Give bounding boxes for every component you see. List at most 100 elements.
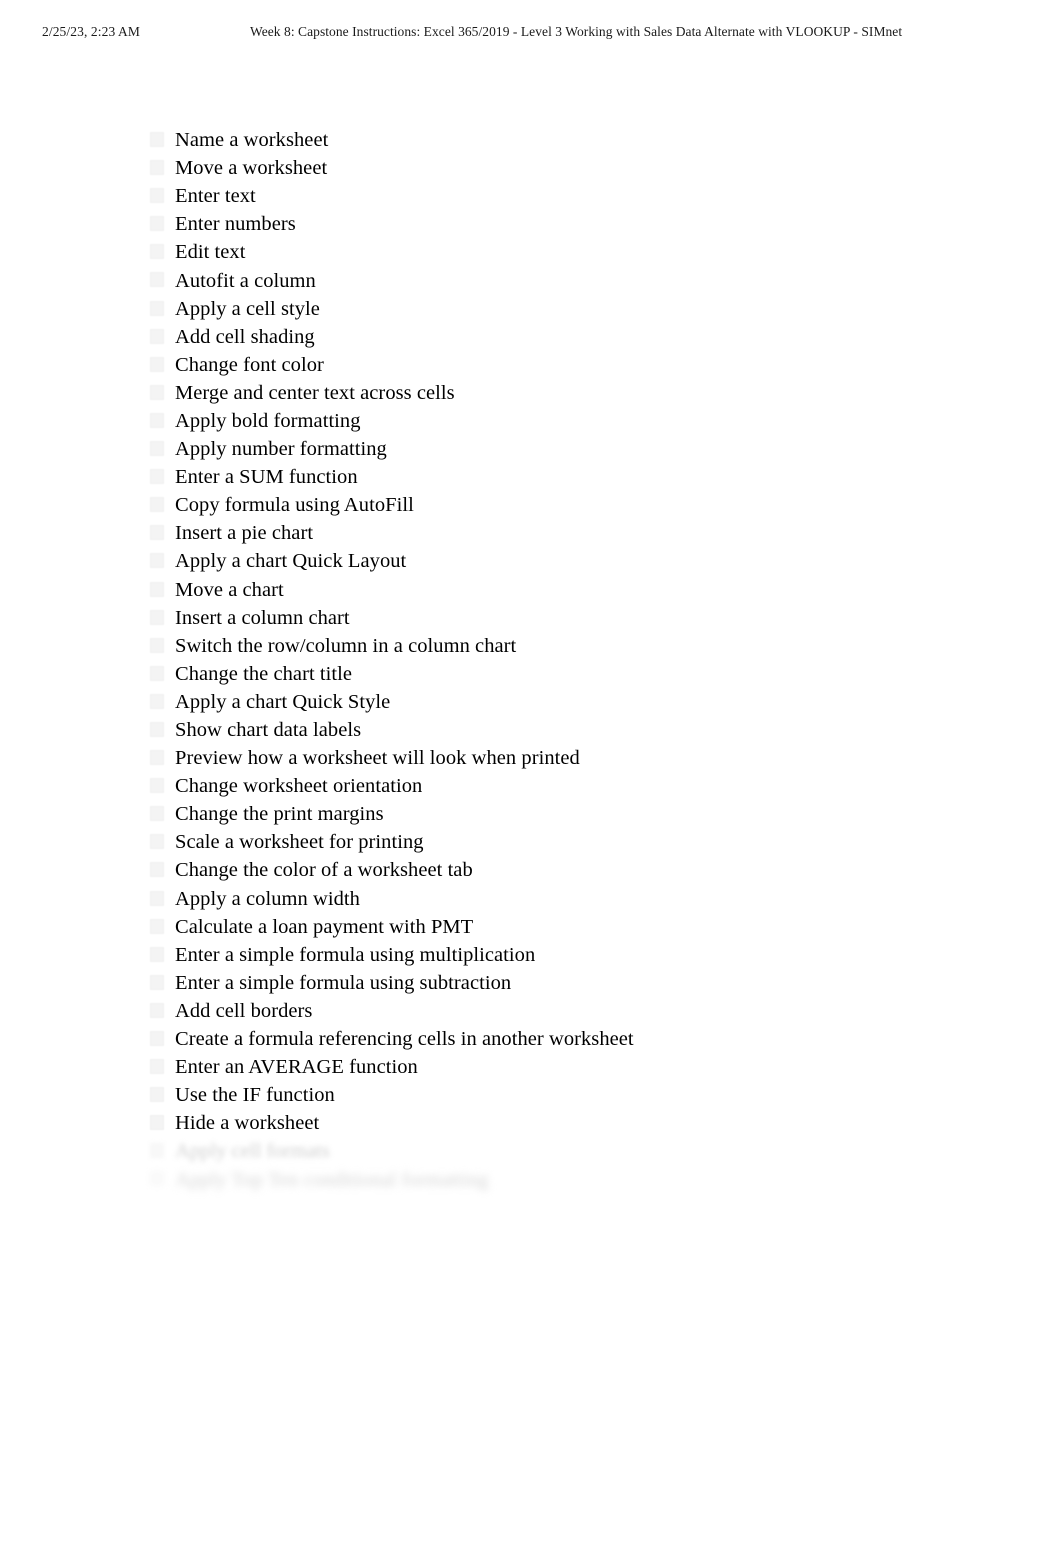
skill-item-label: Change the print margins	[175, 803, 384, 826]
checkbox-placeholder-icon	[150, 1087, 164, 1103]
skill-item-label: Add cell borders	[175, 999, 313, 1022]
checkbox-placeholder-icon	[150, 356, 164, 372]
skill-item-label: Merge and center text across cells	[175, 381, 455, 404]
skill-item-label: Enter a simple formula using multiplicat…	[175, 943, 536, 966]
skill-list-item[interactable]: Preview how a worksheet will look when p…	[148, 744, 1008, 772]
skill-list-item[interactable]: Move a worksheet	[148, 154, 1008, 182]
skill-list-item[interactable]: Change the print margins	[148, 800, 1008, 828]
skill-list-item[interactable]: Scale a worksheet for printing	[148, 828, 1008, 856]
skill-list-item[interactable]: Enter a SUM function	[148, 463, 1008, 491]
skill-item-label: Show chart data labels	[175, 719, 362, 742]
skill-list-item[interactable]: Hide a worksheet	[148, 1109, 1008, 1137]
skill-list-item[interactable]: Create a formula referencing cells in an…	[148, 1025, 1008, 1053]
checkbox-placeholder-icon	[150, 412, 164, 428]
skill-list-item[interactable]: Apply bold formatting	[148, 407, 1008, 435]
checkbox-placeholder-icon	[150, 1059, 164, 1075]
skill-list-item[interactable]: Copy formula using AutoFill	[148, 491, 1008, 519]
document-page: 2/25/23, 2:23 AM Week 8: Capstone Instru…	[0, 0, 1062, 1561]
skill-list-item[interactable]: Insert a pie chart	[148, 519, 1008, 547]
skill-list-item[interactable]: Move a chart	[148, 576, 1008, 604]
skill-item-label: Switch the row/column in a column chart	[175, 634, 517, 657]
skill-list-item[interactable]: Apply number formatting	[148, 435, 1008, 463]
skill-list-item[interactable]: Enter a simple formula using subtraction	[148, 969, 1008, 997]
skill-list-item[interactable]: Apply a chart Quick Style	[148, 688, 1008, 716]
skill-item-label: Change the chart title	[175, 662, 352, 685]
checkbox-placeholder-icon	[150, 581, 164, 597]
skill-list-item[interactable]: Use the IF function	[148, 1081, 1008, 1109]
checkbox-placeholder-icon	[150, 862, 164, 878]
skill-item-label: Apply Top Ten conditional formatting	[175, 1168, 489, 1191]
checkbox-placeholder-icon	[150, 750, 164, 766]
skill-item-label: Insert a pie chart	[175, 522, 314, 545]
checkbox-placeholder-icon	[150, 1115, 164, 1131]
skill-list-item[interactable]: Show chart data labels	[148, 716, 1008, 744]
skill-item-label: Move a worksheet	[175, 157, 328, 180]
skill-item-label: Move a chart	[175, 578, 284, 601]
checkbox-placeholder-icon	[150, 553, 164, 569]
skill-list-item[interactable]: Add cell shading	[148, 323, 1008, 351]
print-header-title: Week 8: Capstone Instructions: Excel 365…	[250, 24, 903, 39]
checkbox-placeholder-icon	[150, 974, 164, 990]
checkbox-placeholder-icon	[150, 890, 164, 906]
skill-list-item[interactable]: Enter a simple formula using multiplicat…	[148, 941, 1008, 969]
skill-item-label: Autofit a column	[175, 269, 316, 292]
skill-list-item[interactable]: Merge and center text across cells	[148, 379, 1008, 407]
checkbox-placeholder-icon	[150, 300, 164, 316]
skill-list-item[interactable]: Add cell borders	[148, 997, 1008, 1025]
skill-list-item[interactable]: Change the chart title	[148, 660, 1008, 688]
skill-item-label: Enter a SUM function	[175, 466, 358, 489]
checkbox-placeholder-icon	[150, 693, 164, 709]
skill-list-item[interactable]: Name a worksheet	[148, 126, 1008, 154]
checkbox-placeholder-icon	[150, 441, 164, 457]
skill-item-label: Calculate a loan payment with PMT	[175, 915, 474, 938]
skill-item-label: Copy formula using AutoFill	[175, 494, 414, 517]
skill-item-label: Apply a cell style	[175, 297, 320, 320]
skill-list-item[interactable]: Apply Top Ten conditional formatting	[148, 1165, 1008, 1193]
skill-item-label: Apply bold formatting	[175, 409, 361, 432]
checkbox-placeholder-icon	[150, 525, 164, 541]
checkbox-placeholder-icon	[150, 244, 164, 260]
skill-list-item[interactable]: Change the color of a worksheet tab	[148, 856, 1008, 884]
checkbox-placeholder-icon	[150, 160, 164, 176]
skill-list-item[interactable]: Apply cell formats	[148, 1137, 1008, 1165]
skill-item-label: Scale a worksheet for printing	[175, 831, 424, 854]
skill-item-label: Enter a simple formula using subtraction	[175, 971, 512, 994]
checkbox-placeholder-icon	[150, 834, 164, 850]
skill-list-item[interactable]: Edit text	[148, 238, 1008, 266]
checkbox-placeholder-icon	[150, 665, 164, 681]
skill-item-label: Edit text	[175, 241, 246, 264]
skill-list-item[interactable]: Autofit a column	[148, 266, 1008, 294]
checkbox-placeholder-icon	[150, 637, 164, 653]
skill-list-item[interactable]: Calculate a loan payment with PMT	[148, 913, 1008, 941]
skill-item-label: Change the color of a worksheet tab	[175, 859, 473, 882]
skill-item-label: Insert a column chart	[175, 606, 350, 629]
checkbox-placeholder-icon	[150, 188, 164, 204]
skill-list-item[interactable]: Apply a column width	[148, 885, 1008, 913]
skill-list-item[interactable]: Enter text	[148, 182, 1008, 210]
skill-list-item[interactable]: Change worksheet orientation	[148, 772, 1008, 800]
print-header: 2/25/23, 2:23 AM Week 8: Capstone Instru…	[0, 22, 1062, 42]
skill-list-item[interactable]: Apply a chart Quick Layout	[148, 547, 1008, 575]
skill-item-label: Name a worksheet	[175, 129, 329, 152]
checkbox-placeholder-icon	[150, 216, 164, 232]
skill-list-item[interactable]: Change font color	[148, 351, 1008, 379]
checkbox-placeholder-icon	[150, 132, 164, 147]
skill-list-item[interactable]: Apply a cell style	[148, 295, 1008, 323]
skill-item-label: Change font color	[175, 353, 324, 376]
checkbox-placeholder-icon	[150, 806, 164, 822]
skill-item-label: Use the IF function	[175, 1084, 335, 1107]
skill-item-label: Hide a worksheet	[175, 1112, 320, 1135]
checkbox-placeholder-icon	[150, 946, 164, 962]
skill-list-item[interactable]: Enter numbers	[148, 210, 1008, 238]
checkbox-placeholder-icon	[150, 778, 164, 794]
skill-list-item[interactable]: Switch the row/column in a column chart	[148, 632, 1008, 660]
skill-item-label: Enter text	[175, 185, 256, 208]
skill-item-label: Apply number formatting	[175, 438, 387, 461]
skill-item-label: Apply a column width	[175, 887, 360, 910]
skill-item-label: Preview how a worksheet will look when p…	[175, 747, 580, 770]
skill-item-label: Enter an AVERAGE function	[175, 1056, 418, 1079]
skill-item-label: Change worksheet orientation	[175, 775, 423, 798]
skill-list-item[interactable]: Insert a column chart	[148, 604, 1008, 632]
checkbox-placeholder-icon	[150, 384, 164, 400]
skill-list-item[interactable]: Enter an AVERAGE function	[148, 1053, 1008, 1081]
